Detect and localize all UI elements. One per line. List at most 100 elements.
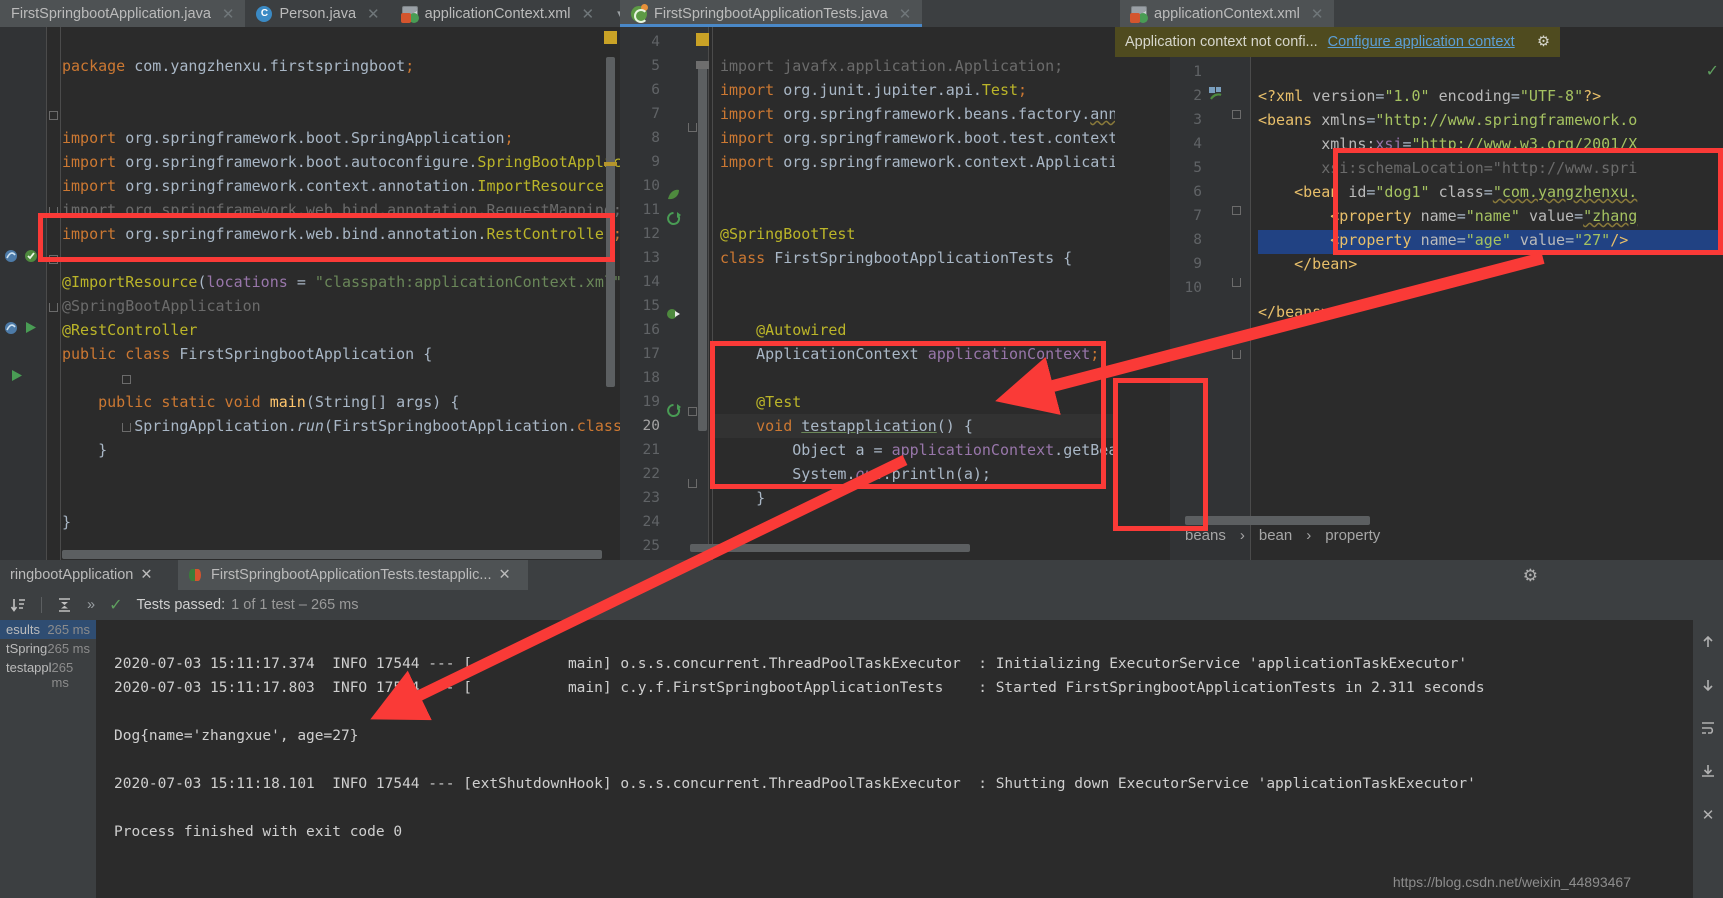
- center-line-numbers: 4 5 6 7 8 9 10 11 12 13 14 15 16 17 18 19 20 21 22 23 24 2…: [642, 34, 660, 554]
- gear-icon[interactable]: ⚙: [1537, 34, 1550, 50]
- center-editor-code[interactable]: import javafx.application.Application; i…: [720, 30, 1115, 560]
- gear-icon[interactable]: ⚙: [1523, 566, 1538, 586]
- fold-marker[interactable]: [688, 407, 697, 416]
- run-tab-label: FirstSpringbootApplicationTests.testappl…: [211, 567, 492, 583]
- test-results-toolbar: » ✓ Tests passed: 1 of 1 test – 265 ms: [0, 590, 1723, 620]
- fold-marker[interactable]: [49, 255, 58, 264]
- application-context-notification[interactable]: Application context not confi... Configu…: [1115, 27, 1560, 57]
- run-test-class-gutter-icon[interactable]: [666, 211, 681, 231]
- spring-xml-icon: [400, 5, 419, 23]
- notification-message: Application context not confi...: [1125, 34, 1318, 50]
- close-icon[interactable]: ✕: [1702, 806, 1715, 824]
- spring-checked-gutter-icon[interactable]: [24, 249, 38, 263]
- close-icon[interactable]: ✕: [498, 567, 510, 583]
- close-icon[interactable]: ✕: [899, 5, 912, 23]
- test-tree-row[interactable]: testappl 265 ms: [0, 658, 96, 692]
- test-icon: [188, 567, 204, 583]
- test-tree-label: esults: [6, 622, 40, 637]
- tab-label: FirstSpringbootApplicationTests.java: [654, 5, 888, 22]
- tab-application-context-xml[interactable]: applicationContext.xml ✕: [391, 0, 605, 27]
- java-class-icon: C: [256, 5, 273, 22]
- run-tab-tests[interactable]: FirstSpringbootApplicationTests.testappl…: [178, 560, 528, 590]
- center-editor-hscrollbar[interactable]: [690, 544, 970, 552]
- fold-marker[interactable]: [688, 123, 697, 132]
- spring-test-icon: [631, 3, 648, 23]
- warning-stripe[interactable]: [604, 31, 617, 44]
- left-editor-gutter[interactable]: [0, 27, 46, 560]
- warning-stripe[interactable]: [604, 162, 617, 166]
- download-icon[interactable]: [1700, 763, 1716, 784]
- check-icon: ✓: [109, 597, 123, 614]
- error-stripe[interactable]: [696, 61, 709, 69]
- right-editor-code[interactable]: <?xml version="1.0" encoding="UTF-8"?> <…: [1258, 60, 1723, 348]
- close-icon[interactable]: ✕: [367, 5, 380, 23]
- scroll-down-icon[interactable]: [1700, 677, 1716, 698]
- test-duration: 265 ms: [47, 641, 90, 656]
- breadcrumb-item-bean[interactable]: bean: [1259, 527, 1292, 544]
- console-output[interactable]: 2020-07-03 15:11:17.374 INFO 17544 --- […: [96, 620, 1693, 898]
- center-editor-pane[interactable]: 4 5 6 7 8 9 10 11 12 13 14 15 16 17 18 19 20 21 22 23 24 2…: [620, 27, 1115, 560]
- fold-marker[interactable]: [1232, 110, 1241, 119]
- test-duration: 265 ms: [51, 660, 74, 690]
- console-line: 2020-07-03 15:11:17.803 INFO 17544 --- […: [114, 680, 1485, 696]
- tab-person-java[interactable]: C Person.java ✕: [245, 0, 390, 27]
- fold-marker[interactable]: [49, 207, 58, 216]
- left-editor-tabstrip: FirstSpringbootApplication.java ✕ C Pers…: [0, 0, 624, 27]
- more-chevrons-icon[interactable]: »: [87, 597, 95, 613]
- run-method-gutter-icon[interactable]: [10, 369, 23, 387]
- run-test-method-gutter-icon[interactable]: [666, 403, 681, 423]
- spring-config-gutter-icon[interactable]: [1208, 86, 1223, 106]
- fold-marker[interactable]: [1232, 278, 1241, 287]
- center-editor-scrollbar[interactable]: [698, 61, 707, 431]
- console-line: 2020-07-03 15:11:18.101 INFO 17544 --- […: [114, 776, 1476, 792]
- configure-application-context-link[interactable]: Configure application context: [1328, 34, 1515, 50]
- left-editor-pane[interactable]: package com.yangzhenxu.firstspringboot; …: [0, 27, 620, 560]
- fold-marker[interactable]: [49, 111, 58, 120]
- fold-marker[interactable]: [49, 303, 58, 312]
- close-icon[interactable]: ✕: [1311, 5, 1324, 23]
- test-tree-label: tSpring: [6, 641, 48, 656]
- spring-bean-gutter-icon[interactable]: [4, 321, 18, 335]
- close-icon[interactable]: ✕: [140, 567, 152, 583]
- run-class-gutter-icon[interactable]: [24, 321, 37, 339]
- bean-injection-gutter-icon[interactable]: [666, 307, 681, 327]
- scroll-up-icon[interactable]: [1700, 634, 1716, 655]
- ide-window: FirstSpringbootApplication.java ✕ C Pers…: [0, 0, 1723, 898]
- spring-bean-gutter-icon[interactable]: [4, 249, 18, 263]
- breadcrumb-item-beans[interactable]: beans: [1185, 527, 1226, 544]
- console-line: Process finished with exit code 0: [114, 824, 403, 840]
- warning-stripe[interactable]: [696, 33, 709, 46]
- fold-marker[interactable]: [1232, 350, 1241, 359]
- fold-marker[interactable]: [1232, 206, 1241, 215]
- right-line-numbers: 12345 6 7 8 9 10: [1184, 64, 1202, 296]
- right-editor-pane[interactable]: Application context not confi... Configu…: [1115, 27, 1723, 560]
- test-tree-row[interactable]: esults 265 ms: [0, 620, 96, 639]
- right-editor-hscrollbar[interactable]: [1185, 516, 1370, 525]
- test-tree-row[interactable]: tSpring 265 ms: [0, 639, 96, 658]
- left-editor-code[interactable]: package com.yangzhenxu.firstspringboot; …: [62, 30, 620, 558]
- tab-label: applicationContext.xml: [1154, 5, 1300, 22]
- breadcrumb-item-property[interactable]: property: [1325, 527, 1380, 544]
- inspection-ok-icon[interactable]: ✓: [1706, 61, 1719, 81]
- console-side-toolbar: ✕: [1693, 620, 1723, 898]
- run-tab-application[interactable]: ringbootApplication ✕: [0, 560, 163, 590]
- breadcrumb-separator: ›: [1239, 527, 1245, 544]
- tab-application-context-xml-right[interactable]: applicationContext.xml ✕: [1120, 0, 1335, 27]
- spring-leaf-gutter-icon[interactable]: [666, 187, 681, 207]
- left-editor-hscrollbar[interactable]: [62, 550, 602, 559]
- right-editor-tabstrip: applicationContext.xml ✕: [1115, 0, 1723, 27]
- expand-collapse-icon[interactable]: [56, 597, 73, 614]
- test-tree[interactable]: esults 265 ms tSpring 265 ms testappl 26…: [0, 620, 96, 898]
- test-tree-label: testappl: [6, 660, 52, 675]
- fold-marker[interactable]: [688, 479, 697, 488]
- breadcrumb-separator: ›: [1306, 527, 1312, 544]
- breadcrumb[interactable]: beans › bean › property: [1185, 527, 1380, 544]
- close-icon[interactable]: ✕: [222, 5, 235, 23]
- tab-first-springboot-application-tests[interactable]: FirstSpringbootApplicationTests.java ✕: [620, 0, 923, 27]
- tab-first-springboot-application[interactable]: FirstSpringbootApplication.java ✕: [0, 0, 246, 27]
- left-editor-scrollbar[interactable]: [606, 57, 615, 387]
- wrap-text-icon[interactable]: [1700, 720, 1716, 741]
- close-icon[interactable]: ✕: [582, 5, 595, 23]
- sort-alphabetically-icon[interactable]: [10, 597, 27, 614]
- console-line: Dog{name='zhangxue', age=27}: [114, 728, 359, 744]
